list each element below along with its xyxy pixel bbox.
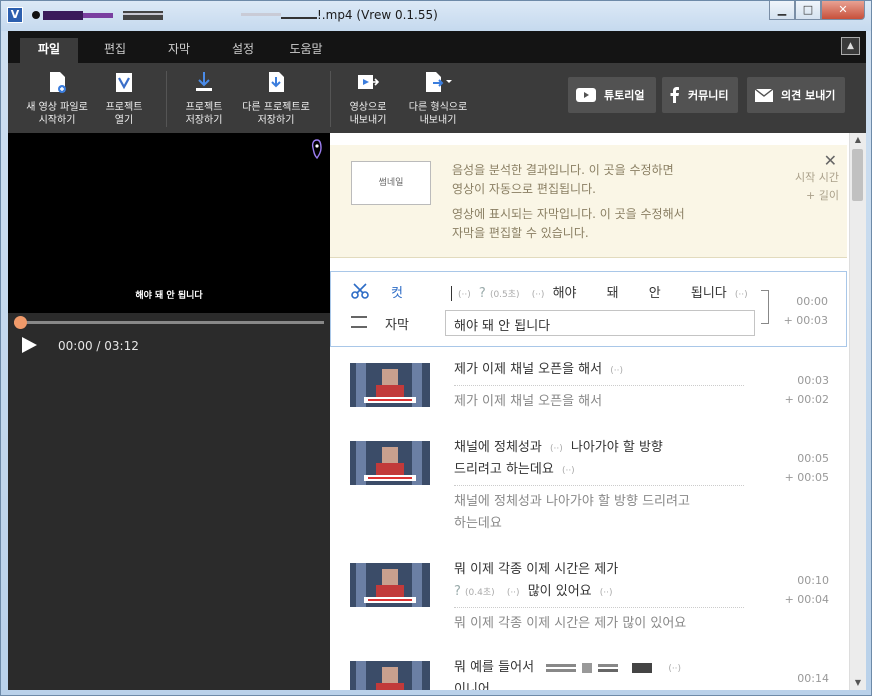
app-window: V !.mp4 (Vrew 0.1.55) ▁ □ ✕ 파일 편집 자막 설정 …	[0, 0, 872, 696]
youtube-icon	[576, 88, 596, 102]
ribbon-toolbar: 새 영상 파일로 시작하기 프로젝트 열기 프로젝트 저장하기 다른 프로젝트로 저장하	[8, 63, 866, 133]
save-as-icon	[269, 72, 284, 92]
scissors-icon	[351, 283, 369, 299]
subtitle-input[interactable]: 해야 돼 안 됩니다	[445, 310, 755, 336]
clip-words[interactable]: 채널에 정체성과 (··) 나아가야 할 방향	[454, 437, 663, 460]
clip-time: 00:14	[797, 672, 829, 685]
clip-time: 00:05 + 00:05	[784, 452, 829, 484]
export-video-icon	[358, 75, 380, 89]
word: 해야	[552, 286, 577, 301]
feedback-button[interactable]: 의견 보내기	[747, 77, 845, 113]
new-video-button[interactable]: 새 영상 파일로 시작하기	[22, 71, 92, 127]
tip-close-icon[interactable]: ✕	[824, 151, 837, 170]
open-project-icon	[116, 73, 132, 92]
cut-label: 컷	[391, 286, 403, 301]
clip-words-line2[interactable]: 드리려고 하는데요 (··)	[454, 459, 579, 482]
clip-time: 00:10 + 00:04	[784, 574, 829, 606]
tab-settings[interactable]: 설정	[214, 38, 272, 63]
export-format-icon	[426, 72, 452, 92]
tab-file[interactable]: 파일	[20, 38, 78, 63]
clip-thumbnail	[350, 563, 430, 607]
tip-subtitle-text: 영상에 표시되는 자막입니다. 이 곳을 수정해서 자막을 편집할 수 있습니다.	[452, 207, 685, 240]
export-video-button[interactable]: 영상으로 내보내기	[338, 71, 398, 127]
scroll-up-icon[interactable]: ▲	[850, 133, 866, 147]
scroll-down-icon[interactable]: ▼	[850, 676, 866, 690]
clip-words[interactable]: 뭐 예를 들어서 (··)	[454, 657, 685, 680]
clip-subtitle[interactable]: 뭐 이제 각종 이제 시간은 제가 많이 있어요	[454, 613, 686, 635]
clip-words-line2[interactable]: 이니어	[454, 679, 490, 690]
clip-words[interactable]: 제가 이제 채널 오픈을 해서 (··)	[454, 359, 627, 382]
tip-thumbnail: 썸네일	[351, 161, 431, 205]
title-bar[interactable]: V !.mp4 (Vrew 0.1.55) ▁ □ ✕	[1, 1, 871, 31]
tab-subtitle[interactable]: 자막	[150, 38, 208, 63]
mail-icon	[755, 88, 773, 102]
clip-words-line2[interactable]: ? (0.4초) (··) 많이 있어요 (··)	[454, 581, 617, 604]
facebook-icon	[670, 87, 679, 103]
tab-help[interactable]: 도움말	[276, 38, 336, 63]
word: 안	[648, 286, 661, 301]
collapse-ribbon-button[interactable]: ▲	[841, 37, 860, 55]
save-as-button[interactable]: 다른 프로젝트로 저장하기	[238, 71, 314, 127]
subtitle-label: 자막	[385, 318, 409, 333]
maximize-button[interactable]: □	[795, 1, 821, 20]
close-button[interactable]: ✕	[821, 1, 865, 20]
open-project-button[interactable]: 프로젝트 열기	[94, 71, 154, 127]
save-project-button[interactable]: 프로젝트 저장하기	[174, 71, 234, 127]
minimize-button[interactable]: ▁	[769, 1, 795, 20]
new-file-icon	[50, 72, 66, 93]
help-tip: 썸네일 음성을 분석한 결과입니다. 이 곳을 수정하면 영상이 자동으로 편집됩…	[330, 145, 847, 258]
export-format-button[interactable]: 다른 형식으로 내보내기	[402, 71, 474, 127]
save-icon	[196, 72, 212, 91]
window-title: !.mp4 (Vrew 0.1.55)	[317, 8, 438, 22]
tip-pointer	[580, 245, 596, 253]
app-logo-icon: V	[7, 7, 23, 23]
clip-thumbnail	[350, 363, 430, 407]
subtitle-icon	[351, 316, 367, 328]
redacted-words-icon	[546, 662, 653, 673]
tutorial-button[interactable]: 튜토리얼	[568, 77, 656, 113]
clip-subtitle[interactable]: 제가 이제 채널 오픈을 해서	[454, 391, 602, 413]
tip-cut-text: 음성을 분석한 결과입니다. 이 곳을 수정하면 영상이 자동으로 편집됩니다.	[452, 163, 674, 196]
community-button[interactable]: 커뮤니티	[662, 77, 738, 113]
cut-words[interactable]: (··) ? (0.5초) (··) 해야 돼 안 됩니다 (··)	[451, 282, 752, 301]
video-caption: 해야 돼 안 됩니다	[135, 291, 203, 301]
watermark-logo-icon	[311, 139, 322, 159]
seek-handle[interactable]	[14, 316, 27, 329]
tab-edit[interactable]: 편집	[86, 38, 144, 63]
merge-bracket	[761, 290, 769, 324]
playback-time: 00:00 / 03:12	[58, 339, 139, 353]
scroll-thumb[interactable]	[852, 149, 863, 201]
play-icon[interactable]	[20, 336, 38, 354]
seek-bar[interactable]	[14, 316, 324, 329]
word: 됩니다	[690, 286, 727, 301]
video-preview[interactable]: 해야 돼 안 됩니다	[8, 133, 330, 313]
word: 돼	[606, 286, 619, 301]
clip-thumbnail	[350, 661, 430, 690]
tip-time-labels: 시작 시간 + 길이	[795, 171, 839, 202]
clip-thumbnail	[350, 441, 430, 485]
clip-subtitle[interactable]: 채널에 정체성과 나아가야 할 방향 드리려고 하는데요	[454, 491, 690, 535]
transcript-panel: 썸네일 음성을 분석한 결과입니다. 이 곳을 수정하면 영상이 자동으로 편집됩…	[330, 133, 849, 690]
clip-time: 00:00 + 00:03	[783, 295, 828, 327]
clip-words[interactable]: 뭐 이제 각종 이제 시간은 제가	[454, 559, 618, 581]
redacted-title-icon	[32, 11, 317, 20]
menu-bar: 파일 편집 자막 설정 도움말 ▲	[8, 31, 866, 63]
clip-time: 00:03 + 00:02	[784, 374, 829, 406]
active-clip-editor: 컷 자막 (··) ? (0.5초) (··) 해야 돼 안 됩니다 (··)	[330, 271, 847, 347]
scrollbar[interactable]: ▲ ▼	[849, 133, 866, 690]
